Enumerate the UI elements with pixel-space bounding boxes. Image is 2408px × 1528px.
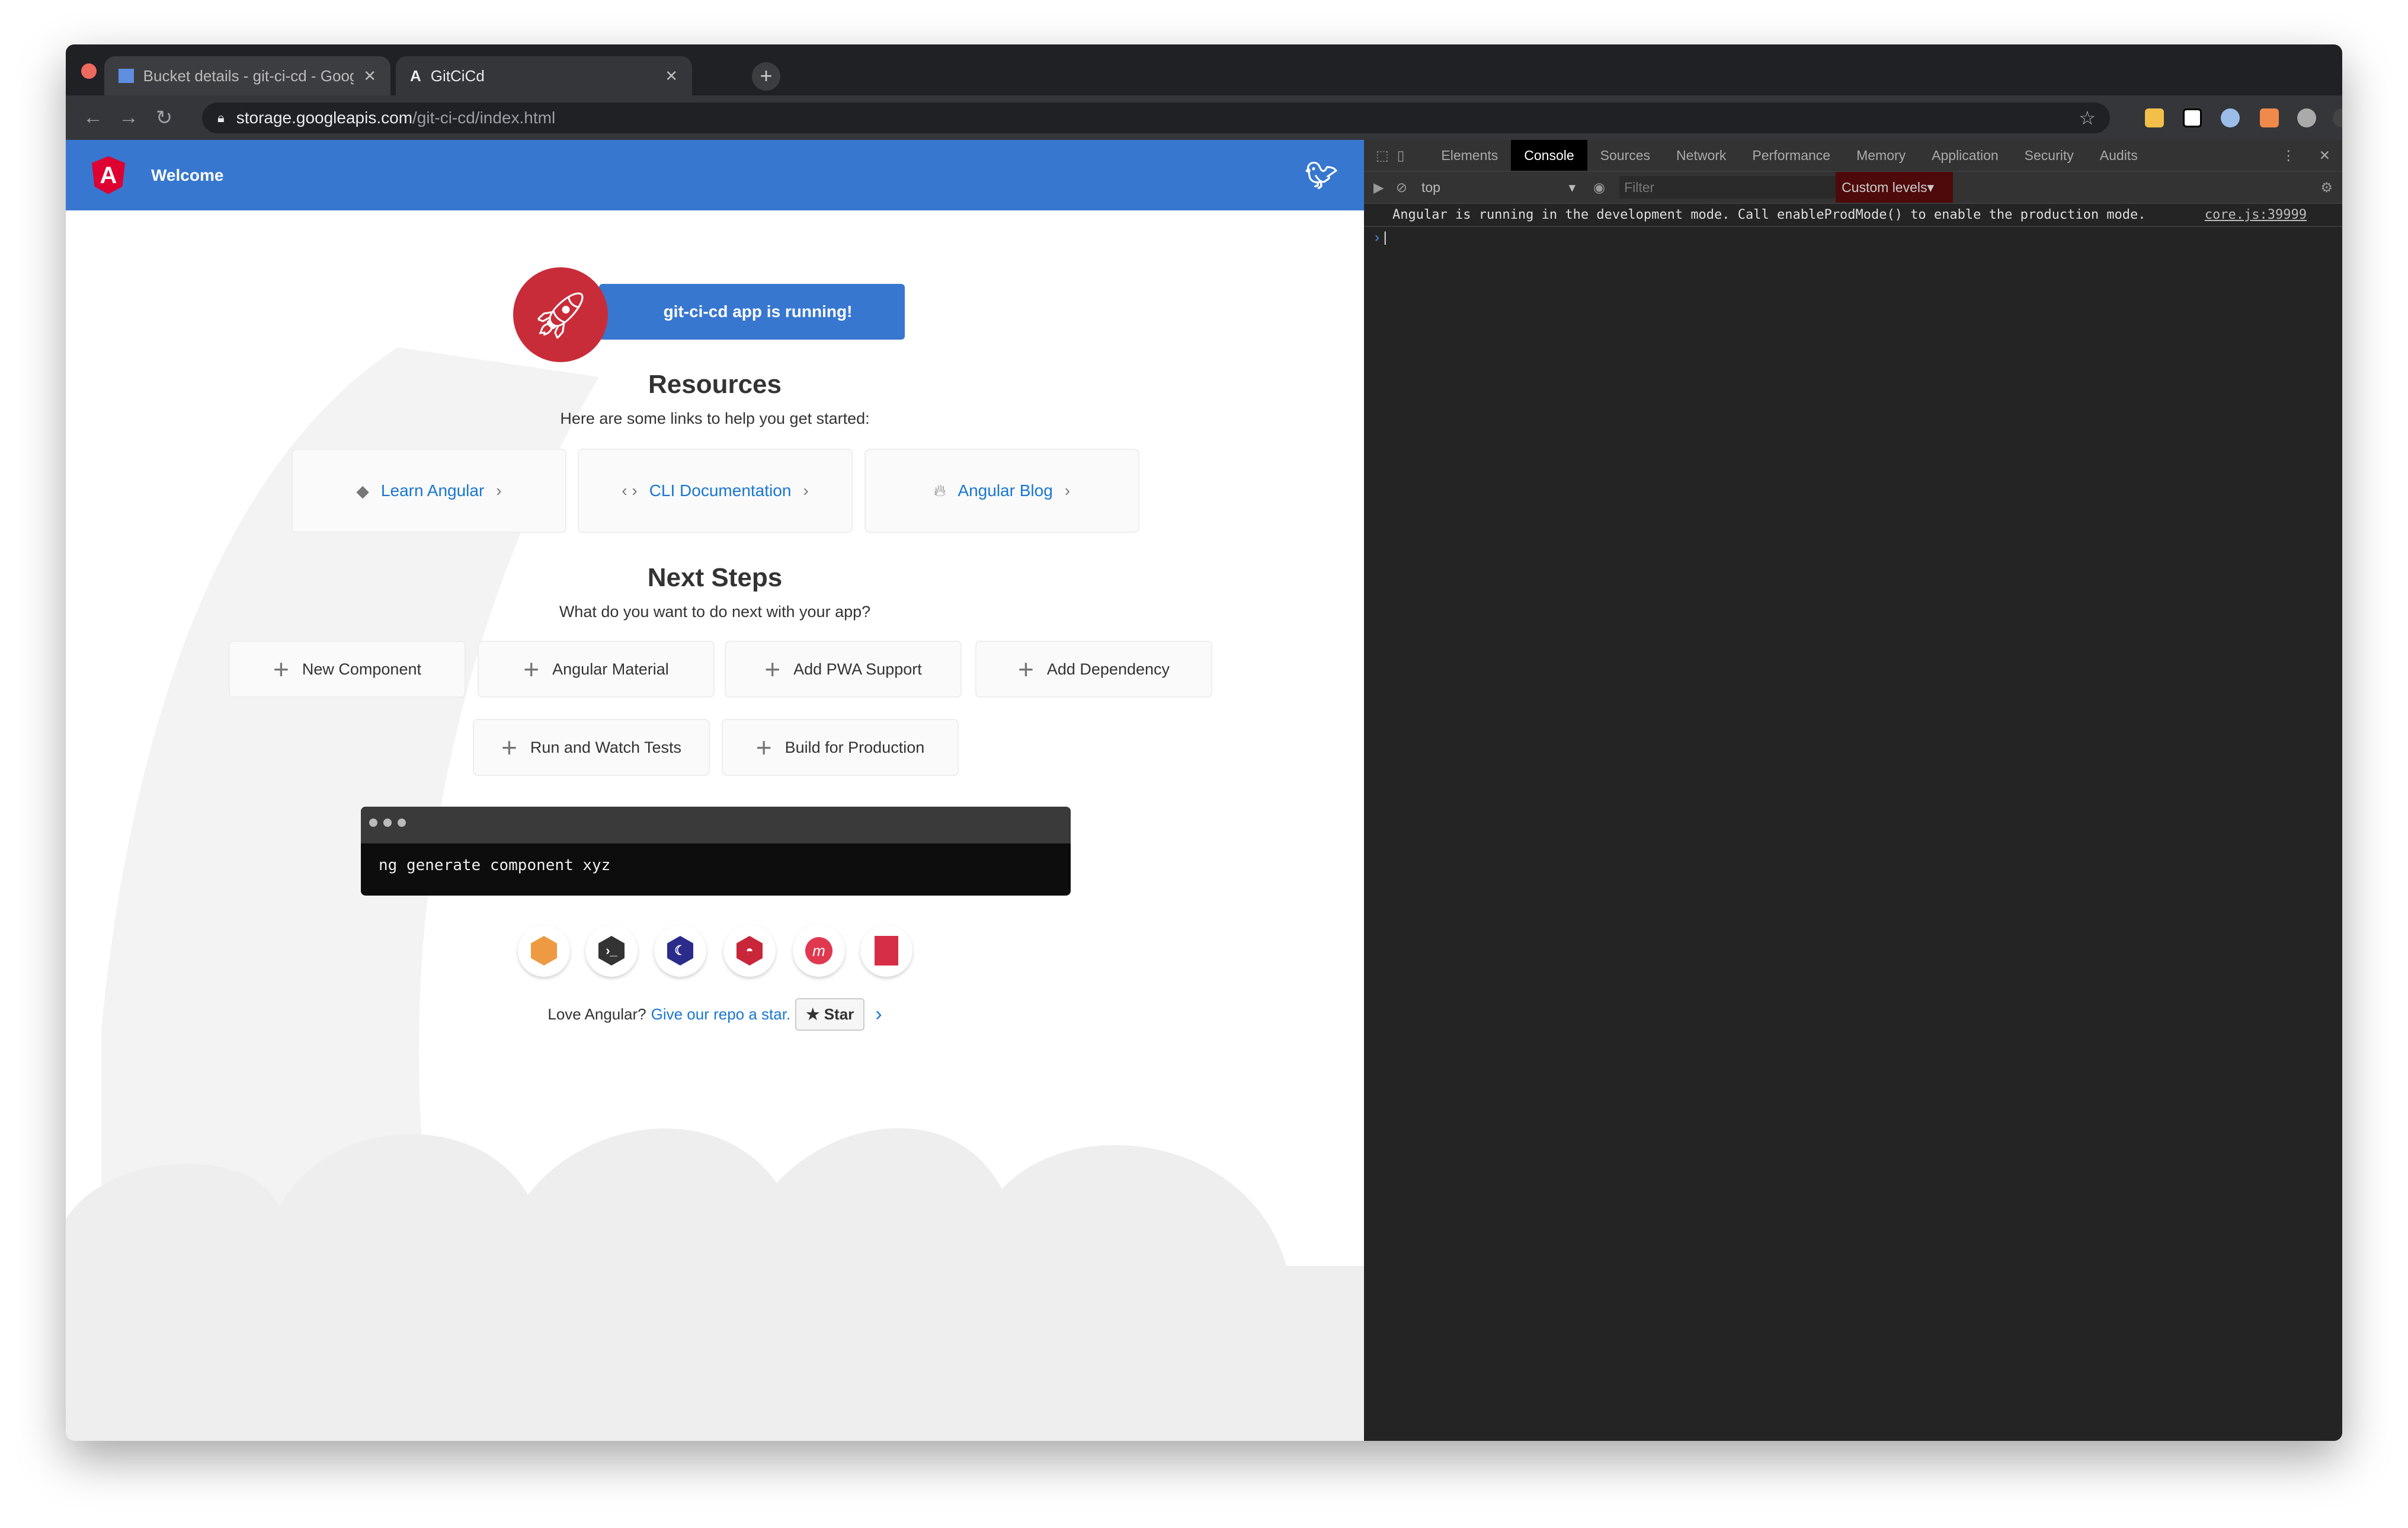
angular-app: A Welcome 🐦︎ git-ci-cd app is running! 🚀… xyxy=(66,140,1364,1441)
plus-icon: + xyxy=(501,732,517,763)
tab-bucket-details[interactable]: Bucket details - git-ci-cd - Goog ✕ xyxy=(104,56,390,95)
google-cloud-storage-icon xyxy=(119,69,134,83)
rocket-icon: 🚀︎ xyxy=(513,267,608,362)
bee-icon[interactable] xyxy=(2333,108,2342,127)
angular-logo: A xyxy=(92,156,125,194)
lock-icon: 🔒︎ xyxy=(217,110,225,125)
plus-icon: + xyxy=(523,654,540,685)
terminal: ng generate component xyz xyxy=(361,807,1071,896)
twitter-icon[interactable]: 🐦︎ xyxy=(1305,160,1338,191)
terminal-header xyxy=(361,807,1071,843)
color-picker-icon[interactable] xyxy=(2260,108,2279,127)
settings-gear-icon[interactable]: ⚙ xyxy=(2320,180,2333,196)
filter-input[interactable]: Filter xyxy=(1619,176,1836,199)
angular-console-icon[interactable]: ›_ xyxy=(585,925,638,977)
back-icon[interactable]: ← xyxy=(75,106,111,129)
graduation-cap-icon: ◆ xyxy=(356,481,369,500)
plus-icon: + xyxy=(273,654,289,685)
learn-angular-card[interactable]: ◆ Learn Angular › xyxy=(292,449,566,533)
next-steps-heading: Next Steps xyxy=(647,563,783,592)
eye-icon[interactable]: ◉ xyxy=(1593,180,1605,196)
devtools-tabbar: ⬚ ▯ Elements Console Sources Network Per… xyxy=(1364,140,2342,172)
chevron-right-icon[interactable]: › xyxy=(875,1003,882,1026)
lastpass-icon[interactable] xyxy=(2145,108,2164,127)
gear-icon[interactable] xyxy=(2297,108,2316,127)
inspect-element-icon[interactable]: ⬚ xyxy=(1376,148,1389,164)
browser-window: Bucket details - git-ci-cd - Goog ✕ A Gi… xyxy=(66,44,2342,1441)
give-star-link[interactable]: Give our repo a star. xyxy=(651,1005,791,1024)
lightbulbs-icon[interactable] xyxy=(2221,108,2240,127)
tab-audits[interactable]: Audits xyxy=(2087,140,2151,171)
tab-sources[interactable]: Sources xyxy=(1587,140,1663,171)
devtools-panel: ⬚ ▯ Elements Console Sources Network Per… xyxy=(1364,140,2342,1441)
tab-console[interactable]: Console xyxy=(1511,140,1587,171)
star-icon[interactable]: ☆ xyxy=(2079,107,2096,129)
tab-memory[interactable]: Memory xyxy=(1843,140,1919,171)
step-angular-material[interactable]: + Angular Material xyxy=(478,641,715,698)
terminal-command: ng generate component xyz xyxy=(379,856,611,874)
step-build-production[interactable]: + Build for Production xyxy=(722,719,959,776)
step-run-tests[interactable]: + Run and Watch Tests xyxy=(473,719,710,776)
plus-icon: + xyxy=(764,654,781,685)
clear-console-icon[interactable]: ⊘ xyxy=(1396,180,1407,196)
tab-application[interactable]: Application xyxy=(1919,140,2012,171)
close-window-button[interactable] xyxy=(81,63,97,79)
address-bar[interactable]: 🔒︎ storage.googleapis.com/git-ci-cd/inde… xyxy=(202,103,2110,133)
resources-heading: Resources xyxy=(648,370,782,399)
forward-icon[interactable]: → xyxy=(111,106,146,129)
resources-subtitle: Here are some links to help you get star… xyxy=(560,410,870,427)
angular-icon: A xyxy=(410,66,421,85)
tab-gitcicd[interactable]: A GitCiCd ✕ xyxy=(396,56,692,95)
step-add-dependency[interactable]: + Add Dependency xyxy=(975,641,1212,698)
tab-security[interactable]: Security xyxy=(2012,140,2087,171)
meetup-icon[interactable]: m xyxy=(793,925,845,977)
plus-icon: + xyxy=(1017,654,1034,685)
dropdown-arrow-icon: ▾ xyxy=(1568,179,1576,195)
plus-icon: + xyxy=(755,732,772,763)
next-steps-subtitle: What do you want to do next with your ap… xyxy=(559,603,871,621)
protractor-icon[interactable]: ◓ xyxy=(723,925,776,977)
angular-blog-card[interactable]: 🔥︎ Angular Blog › xyxy=(864,449,1139,533)
console-message: Angular is running in the development mo… xyxy=(1364,204,2342,227)
tab-performance[interactable]: Performance xyxy=(1739,140,1843,171)
chevron-right-icon: › xyxy=(1064,481,1071,500)
toolbar: ← → ↻ 🔒︎ storage.googleapis.com/git-ci-c… xyxy=(66,95,2342,140)
code-brackets-icon: ‹ › xyxy=(622,481,638,500)
ngrx-icon[interactable] xyxy=(518,925,570,977)
device-toggle-icon[interactable]: ▯ xyxy=(1397,148,1405,164)
tab-elements[interactable]: Elements xyxy=(1428,140,1511,171)
chevron-right-icon: › xyxy=(496,481,502,500)
augury-icon[interactable]: ☾ xyxy=(654,925,706,977)
context-select[interactable]: top ▾ xyxy=(1421,180,1576,196)
gitter-icon[interactable] xyxy=(860,925,912,977)
more-options-icon[interactable]: ⋮ xyxy=(2282,148,2295,164)
step-new-component[interactable]: + New Component xyxy=(229,641,466,698)
close-tab-icon[interactable]: ✕ xyxy=(665,67,678,85)
new-tab-button[interactable]: + xyxy=(752,62,780,91)
step-add-pwa[interactable]: + Add PWA Support xyxy=(725,641,962,698)
console-prompt[interactable]: › | xyxy=(1364,227,2342,248)
console-toolbar: ▶ ⊘ top ▾ ◉ Filter Custom levels ▾ ⚙ xyxy=(1364,172,2342,204)
github-star-button[interactable]: ★ Star xyxy=(795,998,865,1031)
reload-icon[interactable]: ↻ xyxy=(146,106,182,130)
love-angular-row: Love Angular? Give our repo a star. ★ St… xyxy=(66,998,1364,1031)
close-devtools-icon[interactable]: ✕ xyxy=(2319,148,2330,164)
running-banner: git-ci-cd app is running! xyxy=(599,284,905,340)
cli-docs-card[interactable]: ‹ › CLI Documentation › xyxy=(578,449,853,533)
chevron-right-icon: › xyxy=(803,481,809,500)
source-link[interactable]: core.js:39999 xyxy=(2205,207,2307,222)
star-icon: ★ xyxy=(806,1005,824,1023)
notion-icon[interactable] xyxy=(2183,108,2202,127)
app-header: A Welcome 🐦︎ xyxy=(66,140,1364,210)
flame-icon: 🔥︎ xyxy=(933,481,946,500)
sidebar-toggle-icon[interactable]: ▶ xyxy=(1373,180,1384,196)
log-levels-dropdown[interactable]: Custom levels ▾ xyxy=(1836,172,1954,203)
close-tab-icon[interactable]: ✕ xyxy=(363,67,376,85)
tab-network[interactable]: Network xyxy=(1663,140,1739,171)
